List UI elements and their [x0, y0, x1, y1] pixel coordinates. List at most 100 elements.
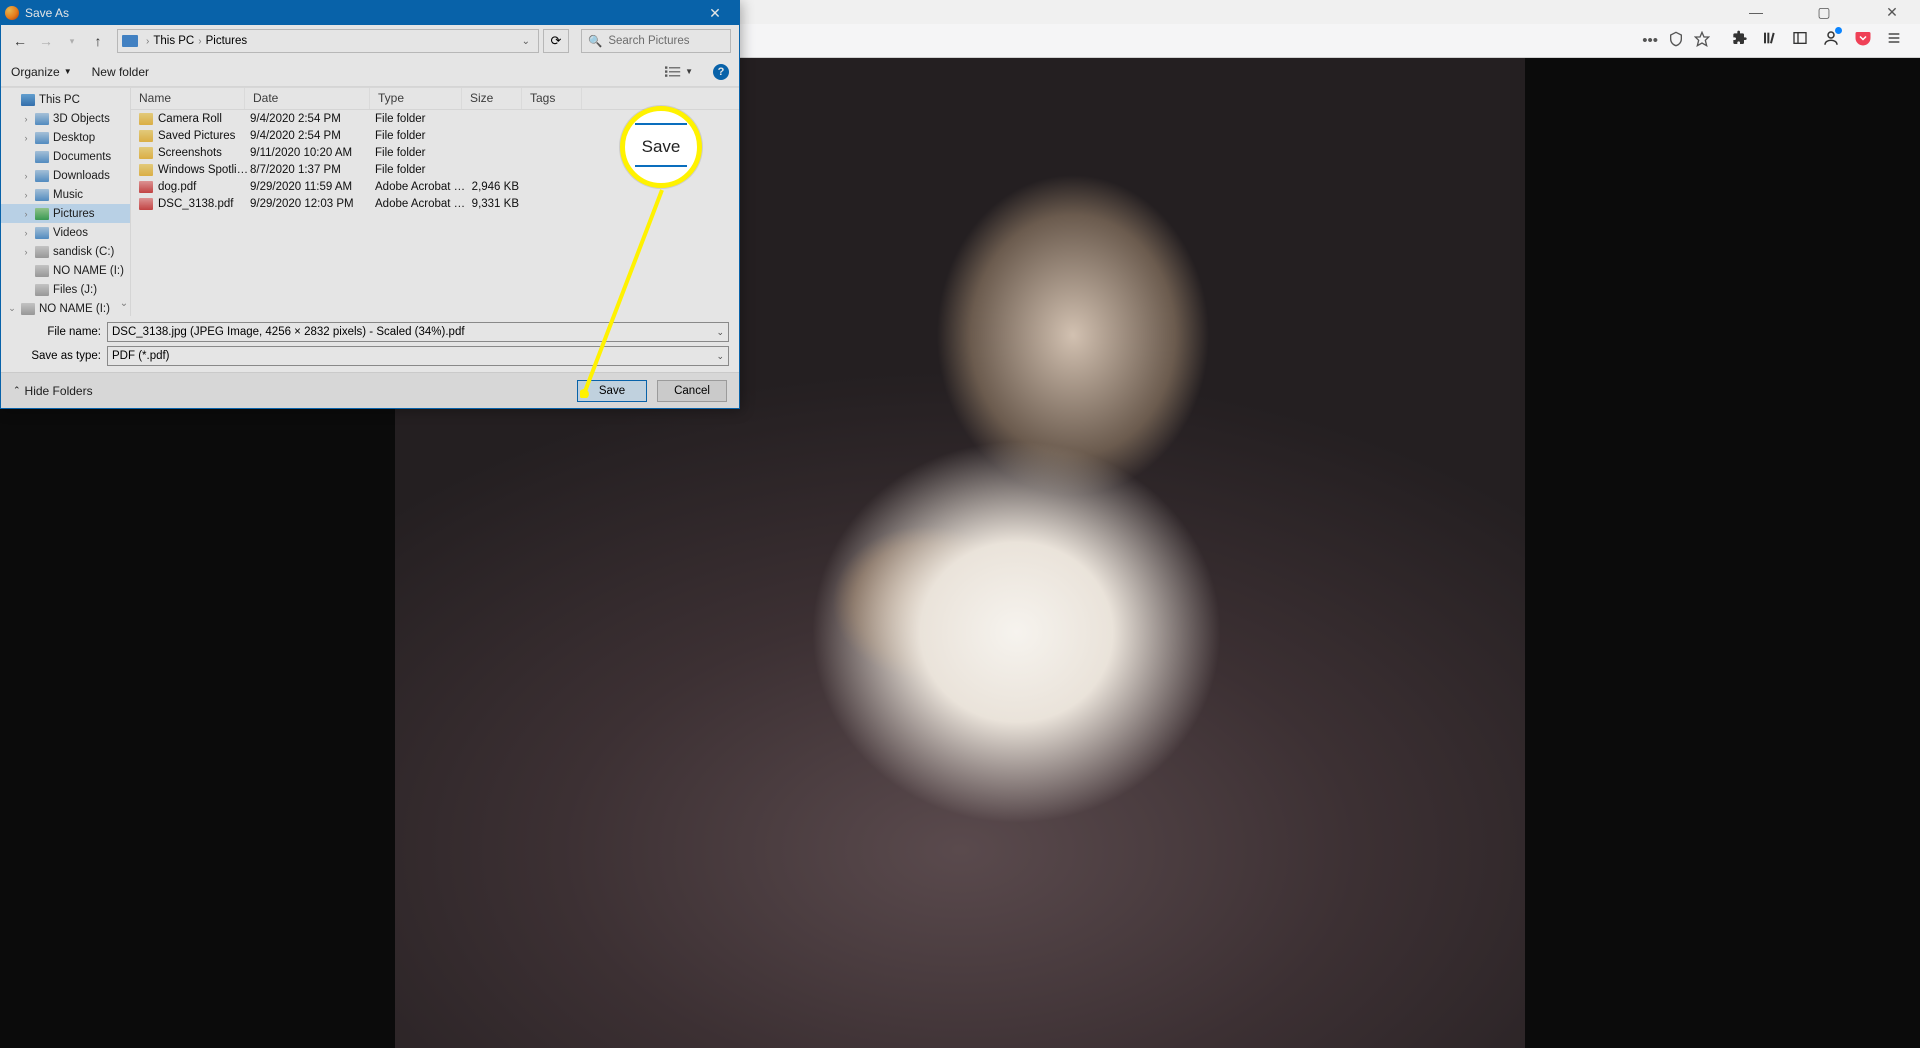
account-icon[interactable]: [1822, 29, 1840, 52]
tree-scroll-down-icon[interactable]: ⌄: [118, 298, 130, 310]
file-name: Screenshots: [158, 147, 250, 159]
tree-item[interactable]: ›3D Objects: [1, 109, 130, 128]
new-folder-button[interactable]: New folder: [92, 65, 149, 79]
search-input[interactable]: 🔍 Search Pictures: [581, 29, 731, 53]
tree-item-label: NO NAME (I:): [53, 265, 124, 277]
minimize-button[interactable]: —: [1734, 0, 1778, 24]
tree-item[interactable]: ⌄NO NAME (I:): [1, 299, 130, 316]
breadcrumb[interactable]: › This PC › Pictures ⌄: [117, 29, 539, 53]
nav-recent-icon[interactable]: ▾: [61, 30, 83, 52]
chevron-icon[interactable]: ⌄: [7, 303, 17, 314]
chevron-icon[interactable]: ›: [21, 190, 31, 200]
tree-item[interactable]: ›Music: [1, 185, 130, 204]
col-type[interactable]: Type: [370, 88, 462, 109]
file-type: File folder: [375, 113, 467, 125]
save-button[interactable]: Save: [577, 380, 647, 402]
page-actions-icon[interactable]: •••: [1642, 32, 1658, 49]
file-type: File folder: [375, 147, 467, 159]
tree-item-label: Files (J:): [53, 284, 97, 296]
tree-item[interactable]: · NO NAME (I:): [1, 261, 130, 280]
pc-icon: [122, 35, 138, 47]
chevron-icon[interactable]: ·: [21, 266, 31, 276]
sidebar-icon[interactable]: [1792, 30, 1808, 51]
navigation-tree[interactable]: · This PC ›3D Objects›Desktop · Documents › Do…: [1, 88, 131, 316]
maximize-button[interactable]: ▢: [1802, 0, 1846, 24]
tree-item[interactable]: ›Pictures: [1, 204, 130, 223]
breadcrumb-root[interactable]: This PC: [153, 35, 194, 47]
hide-folders-toggle[interactable]: ⌃ Hide Folders: [13, 384, 93, 398]
tree-item[interactable]: · This PC: [1, 90, 130, 109]
chevron-icon[interactable]: ›: [21, 228, 31, 238]
3d-icon: [35, 113, 49, 125]
library-icon[interactable]: [1762, 30, 1778, 51]
shield-icon[interactable]: [1668, 31, 1684, 50]
organize-menu[interactable]: Organize▼: [11, 65, 72, 79]
bookmark-star-icon[interactable]: [1694, 31, 1710, 50]
chevron-icon[interactable]: ›: [21, 133, 31, 143]
file-type: File folder: [375, 164, 467, 176]
col-date[interactable]: Date: [245, 88, 370, 109]
file-date: 8/7/2020 1:37 PM: [250, 164, 375, 176]
file-row[interactable]: DSC_3138.pdf9/29/2020 12:03 PMAdobe Acro…: [131, 195, 739, 212]
tree-item-label: Videos: [53, 227, 88, 239]
col-name[interactable]: Name: [131, 88, 245, 109]
nav-forward-icon[interactable]: →: [35, 30, 57, 52]
tree-item-label: This PC: [39, 94, 80, 106]
chevron-icon[interactable]: ›: [21, 171, 31, 181]
file-name-input[interactable]: DSC_3138.jpg (JPEG Image, 4256 × 2832 pi…: [107, 322, 729, 342]
file-name: Saved Pictures: [158, 130, 250, 142]
help-button[interactable]: ?: [713, 64, 729, 80]
chevron-down-icon[interactable]: ⌄: [716, 351, 724, 362]
doc-icon: [35, 151, 49, 163]
refresh-button[interactable]: ⟳: [543, 29, 569, 53]
dialog-fields: File name: DSC_3138.jpg (JPEG Image, 425…: [1, 316, 739, 372]
file-name-label: File name:: [11, 326, 101, 338]
cancel-button[interactable]: Cancel: [657, 380, 727, 402]
firefox-icon: [5, 6, 19, 20]
file-size: 2,946 KB: [467, 181, 527, 193]
breadcrumb-dropdown-icon[interactable]: ⌄: [518, 36, 534, 47]
chevron-down-icon[interactable]: ⌄: [716, 327, 724, 338]
pic-icon: [35, 208, 49, 220]
save-type-select[interactable]: PDF (*.pdf) ⌄: [107, 346, 729, 366]
tree-item[interactable]: › Downloads: [1, 166, 130, 185]
dialog-close-button[interactable]: ✕: [695, 5, 735, 22]
view-options-button[interactable]: ▼: [665, 66, 693, 78]
chevron-icon[interactable]: ·: [21, 285, 31, 295]
tree-item-label: sandisk (C:): [53, 246, 114, 258]
breadcrumb-current[interactable]: Pictures: [206, 35, 248, 47]
pocket-icon[interactable]: [1854, 29, 1872, 52]
file-name: Windows Spotlight ...: [158, 164, 250, 176]
col-tags[interactable]: Tags: [522, 88, 582, 109]
tree-item[interactable]: · Files (J:): [1, 280, 130, 299]
chevron-icon[interactable]: ·: [21, 152, 31, 162]
music-icon: [35, 189, 49, 201]
dl-icon: [35, 170, 49, 182]
file-type: Adobe Acrobat D...: [375, 198, 467, 210]
tree-item-label: Documents: [53, 151, 111, 163]
nav-back-icon[interactable]: ←: [9, 30, 31, 52]
file-list-header[interactable]: Name Date Type Size Tags: [131, 88, 739, 110]
menu-icon[interactable]: [1886, 30, 1902, 51]
folder-icon: [139, 113, 153, 125]
extension-puzzle-icon[interactable]: [1732, 30, 1748, 51]
chevron-icon[interactable]: ›: [21, 114, 31, 124]
tree-item-label: Downloads: [53, 170, 110, 182]
folder-icon: [139, 164, 153, 176]
close-button[interactable]: ✕: [1870, 0, 1914, 24]
nav-up-icon[interactable]: ↑: [87, 30, 109, 52]
drive-icon: [35, 284, 49, 296]
drive-icon: [35, 246, 49, 258]
chevron-icon[interactable]: ·: [7, 95, 17, 105]
file-date: 9/4/2020 2:54 PM: [250, 113, 375, 125]
tree-item[interactable]: › Videos: [1, 223, 130, 242]
save-callout-magnifier: Save: [620, 106, 702, 188]
dialog-toolbar: Organize▼ New folder ▼ ?: [1, 57, 739, 87]
tree-item[interactable]: · Documents: [1, 147, 130, 166]
tree-item[interactable]: › sandisk (C:): [1, 242, 130, 261]
chevron-icon[interactable]: ›: [21, 247, 31, 257]
col-size[interactable]: Size: [462, 88, 522, 109]
chevron-icon[interactable]: ›: [21, 209, 31, 219]
tree-item[interactable]: ›Desktop: [1, 128, 130, 147]
file-name: DSC_3138.pdf: [158, 198, 250, 210]
